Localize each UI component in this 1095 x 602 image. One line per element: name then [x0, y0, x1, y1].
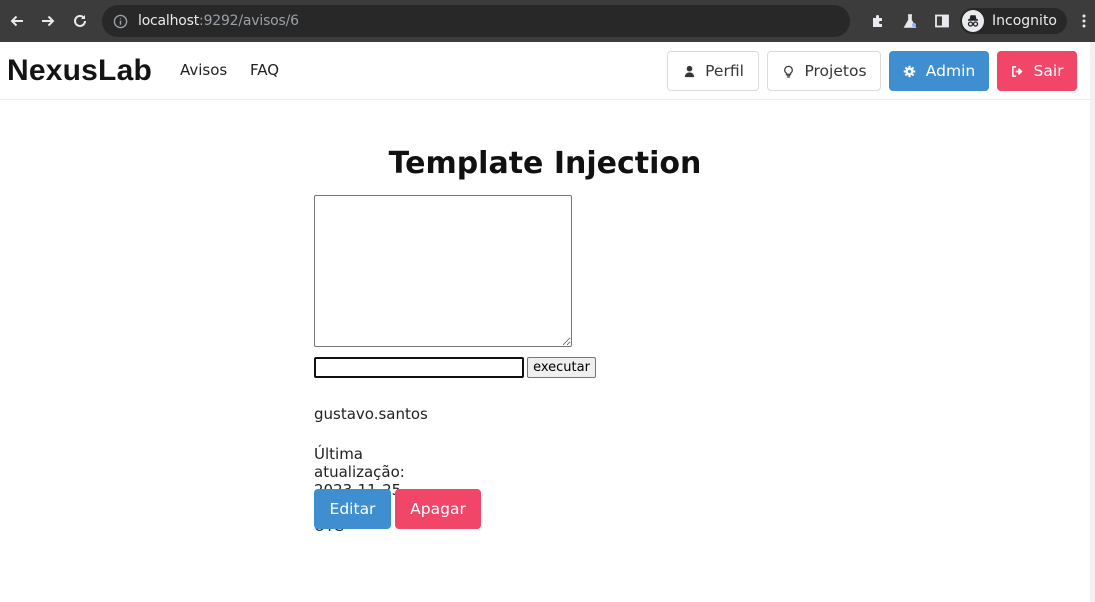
url-path: :9292/avisos/6	[199, 13, 299, 29]
perfil-button[interactable]: Perfil	[667, 51, 759, 91]
incognito-label: Incognito	[992, 13, 1057, 29]
address-bar[interactable]: localhost:9292/avisos/6	[102, 5, 850, 37]
side-panel-icon[interactable]	[926, 5, 958, 37]
projetos-button[interactable]: Projetos	[767, 51, 881, 91]
incognito-badge[interactable]: Incognito	[960, 8, 1067, 34]
reload-icon[interactable]	[65, 6, 95, 36]
incognito-icon	[962, 10, 985, 32]
page-title: Template Injection	[388, 146, 702, 181]
extensions-icon[interactable]	[862, 5, 894, 37]
site-info-icon[interactable]	[112, 13, 128, 29]
sair-button[interactable]: Sair	[997, 51, 1077, 91]
sair-label: Sair	[1033, 62, 1064, 80]
projetos-label: Projetos	[804, 62, 867, 80]
menu-kebab-icon[interactable]	[1073, 5, 1095, 37]
url-host: localhost	[138, 13, 200, 29]
browser-toolbar: localhost:9292/avisos/6 Incognito	[0, 0, 1095, 42]
forward-icon[interactable]	[33, 6, 63, 36]
navbar: NexusLab Avisos FAQ Perfil Projetos Admi…	[0, 42, 1090, 100]
admin-button[interactable]: Admin	[889, 51, 989, 91]
author-text: gustavo.santos	[314, 405, 428, 423]
template-textarea[interactable]	[314, 195, 572, 347]
gear-icon	[903, 64, 917, 78]
page: NexusLab Avisos FAQ Perfil Projetos Admi…	[0, 42, 1090, 602]
lab-flask-icon[interactable]	[894, 5, 926, 37]
sign-out-icon	[1010, 64, 1024, 78]
nav-faq[interactable]: FAQ	[250, 61, 279, 79]
lightbulb-icon	[781, 64, 795, 78]
brand-logo[interactable]: NexusLab	[7, 54, 152, 88]
execute-button[interactable]: executar	[527, 357, 596, 378]
back-icon[interactable]	[2, 6, 32, 36]
edit-button[interactable]: Editar	[314, 489, 391, 529]
page-scrollbar[interactable]	[1090, 42, 1095, 602]
perfil-label: Perfil	[705, 62, 744, 80]
admin-label: Admin	[925, 62, 976, 80]
url-text: localhost:9292/avisos/6	[138, 13, 299, 29]
user-icon	[682, 64, 696, 78]
nav-avisos[interactable]: Avisos	[180, 61, 227, 79]
delete-button[interactable]: Apagar	[395, 489, 481, 529]
command-input[interactable]	[314, 357, 524, 378]
